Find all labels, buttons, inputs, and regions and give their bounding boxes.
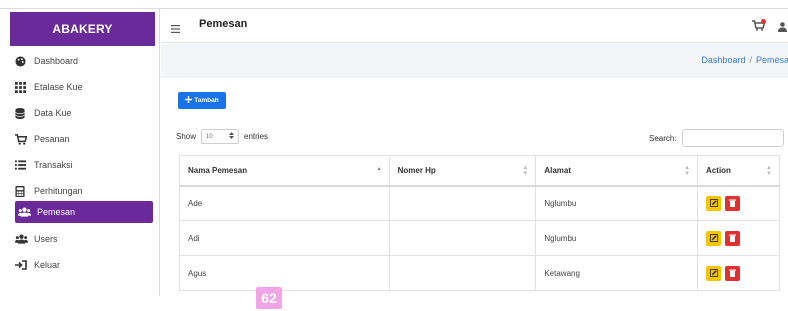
edit-icon (709, 234, 718, 242)
cell-alamat: Ketawang (535, 255, 699, 291)
cell-alamat: Nglumbu (535, 220, 699, 256)
column-header-nomer-hp[interactable]: Nomer Hp ▲ ▼ (388, 155, 537, 187)
sort-asc-icon: ▲ (376, 166, 382, 172)
sidebar-item-pemesan[interactable]: Pemesan (15, 201, 153, 223)
sidebar-item-transaksi[interactable]: Transaksi (15, 154, 153, 176)
cell-alamat: Nglumbu (535, 185, 699, 221)
list-icon (15, 160, 31, 170)
sidebar-item-etalase-kue[interactable]: Etalase Kue (15, 76, 153, 98)
sidebar-item-label: Data Kue (34, 108, 72, 118)
cell-nama: Agus (179, 255, 390, 291)
edit-button[interactable] (706, 230, 722, 246)
page-number-badge: 62 (256, 287, 282, 309)
top-header: Pemesan (161, 9, 788, 43)
table-row: Agus Ketawang (179, 255, 780, 291)
app-root: ABAKERY Dashboard Etalase Kue Data Kue P… (0, 0, 788, 311)
breadcrumb-bar: Dashboard /Pemesan (161, 44, 788, 78)
sidebar-item-label: Perhitungan (34, 186, 83, 196)
sort-icon: ▲ ▼ (684, 165, 691, 177)
cell-nama: Adi (179, 220, 390, 256)
cell-action (697, 220, 780, 256)
trash-icon (729, 269, 737, 277)
database-icon (15, 107, 31, 119)
logout-icon (15, 260, 31, 270)
cart-icon (15, 133, 31, 145)
delete-button[interactable] (725, 265, 741, 281)
cell-hp (388, 185, 537, 221)
cell-action (697, 185, 780, 221)
entries-control: Show 10 entries (176, 129, 268, 144)
sort-icon: ▲ ▼ (766, 165, 772, 177)
select-arrows-icon (229, 132, 235, 141)
entries-label: entries (244, 132, 269, 141)
grid-icon (15, 81, 31, 93)
sidebar-item-label: Transaksi (34, 160, 73, 170)
sidebar-item-dashboard[interactable]: Dashboard (15, 50, 153, 72)
table-row: Ade Nglumbu (179, 185, 780, 221)
trash-icon (729, 199, 737, 208)
sidebar-item-pesanan[interactable]: Pesanan (15, 128, 153, 150)
sidebar-item-keluar[interactable]: Keluar (15, 254, 153, 276)
column-header-alamat[interactable]: Alamat ▲ ▼ (535, 155, 699, 187)
sidebar-item-label: Pesanan (34, 134, 70, 144)
hamburger-menu-icon[interactable] (171, 20, 180, 38)
entries-select[interactable]: 10 (201, 129, 240, 144)
brand-logo[interactable]: ABAKERY (10, 12, 155, 46)
edit-icon (709, 199, 718, 208)
table-header-row: Nama Pemesan ▲ Nomer Hp ▲ ▼ Alamat ▲ ▼ Act… (179, 155, 780, 187)
sidebar-item-label: Keluar (34, 260, 61, 270)
users-icon (15, 234, 31, 244)
column-header-nama[interactable]: Nama Pemesan ▲ (179, 155, 390, 187)
edit-icon (709, 269, 718, 277)
edit-button[interactable] (706, 265, 722, 281)
sidebar-item-label: Users (34, 234, 58, 244)
sort-icon: ▲ ▼ (522, 165, 529, 177)
calculator-icon (15, 185, 31, 197)
main-content: Tambah Show 10 entries Search: Nama Peme… (161, 78, 788, 296)
palette-icon (15, 55, 31, 67)
sidebar: ABAKERY Dashboard Etalase Kue Data Kue P… (0, 9, 160, 296)
search-control: Search: (649, 129, 784, 147)
add-button[interactable]: Tambah (178, 92, 226, 109)
breadcrumb-current: Pemesan (755, 55, 788, 65)
delete-button[interactable] (725, 195, 741, 211)
cell-hp (388, 255, 537, 291)
breadcrumb: Dashboard /Pemesan (701, 55, 788, 65)
user-icon[interactable] (778, 19, 787, 37)
sidebar-item-users[interactable]: Users (15, 228, 153, 250)
entries-value: 10 (206, 133, 213, 140)
sidebar-item-data-kue[interactable]: Data Kue (15, 102, 153, 124)
search-input[interactable] (681, 129, 784, 147)
delete-button[interactable] (725, 230, 741, 246)
column-header-action[interactable]: Action ▲ ▼ (697, 155, 780, 187)
sidebar-item-label: Etalase Kue (34, 82, 83, 92)
trash-icon (729, 234, 737, 242)
pemesan-table: Nama Pemesan ▲ Nomer Hp ▲ ▼ Alamat ▲ ▼ Act… (179, 155, 780, 291)
plus-icon (185, 96, 193, 105)
cell-action (697, 255, 780, 291)
add-button-label: Tambah (194, 97, 219, 104)
cell-nama: Ade (179, 185, 390, 221)
breadcrumb-separator: / (749, 55, 752, 65)
page-title: Pemesan (199, 18, 248, 30)
sidebar-item-label: Dashboard (34, 56, 79, 66)
sidebar-item-perhitungan[interactable]: Perhitungan (15, 180, 153, 202)
sidebar-item-label: Pemesan (37, 207, 76, 217)
table-row: Adi Nglumbu (179, 220, 780, 256)
search-label: Search: (649, 133, 677, 143)
cell-hp (388, 220, 537, 256)
users-icon (18, 207, 34, 217)
cart-icon[interactable] (752, 18, 766, 36)
show-label: Show (176, 132, 197, 141)
edit-button[interactable] (706, 195, 722, 211)
breadcrumb-dashboard-link[interactable]: Dashboard (701, 55, 745, 65)
